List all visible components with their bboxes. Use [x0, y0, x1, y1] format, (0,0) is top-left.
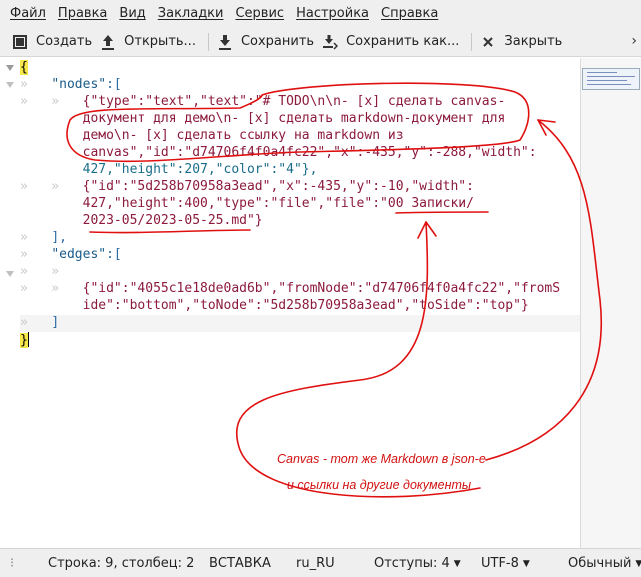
- spellcheck-language[interactable]: ru_RU: [296, 556, 335, 571]
- toolbar-separator: [471, 32, 473, 51]
- open-button[interactable]: Открыть...: [98, 29, 202, 55]
- code-line-5: » ],: [20, 230, 67, 245]
- code-line-1: {: [20, 60, 28, 75]
- insert-mode[interactable]: ВСТАВКА: [209, 556, 271, 571]
- dropdown-arrow-icon: ▼: [635, 559, 641, 569]
- dropdown-arrow-icon: ▼: [522, 559, 530, 569]
- status-bar: ⁝ Строка: 9, столбец: 2 ВСТАВКА ru_RU От…: [0, 548, 641, 577]
- dropdown-arrow-icon: ▼: [453, 559, 461, 569]
- download-arrow-icon: [217, 34, 233, 50]
- code-line-2: » "nodes":[: [20, 77, 122, 92]
- save-as-button[interactable]: Сохранить как...: [320, 29, 465, 55]
- text-editor[interactable]: { » "nodes":[ » » {"type":"text","text":…: [0, 58, 580, 548]
- menu-edit[interactable]: Правка: [52, 6, 113, 21]
- close-icon: [480, 34, 496, 50]
- open-label: Открыть...: [124, 34, 196, 49]
- menu-help[interactable]: Справка: [375, 6, 444, 21]
- code-line-3-wrap: демо\n- [x] сделать ссылку на markdown и…: [82, 128, 404, 143]
- menu-bar: Файл Правка Вид Закладки Сервис Настройк…: [0, 0, 641, 27]
- toolbar-separator: [207, 32, 209, 51]
- highlight-mode[interactable]: Обычный ▼: [568, 556, 641, 571]
- save-as-icon: [322, 34, 339, 50]
- close-label: Закрыть: [504, 34, 563, 49]
- create-button[interactable]: Создать: [10, 29, 98, 55]
- close-button[interactable]: Закрыть: [478, 29, 568, 55]
- code-line-4-wrap: 2023-05/2023-05-25.md"}: [82, 213, 263, 228]
- code-line-6: » "edges":[: [20, 247, 122, 262]
- encoding-setting[interactable]: UTF-8 ▼: [481, 556, 530, 571]
- menu-view[interactable]: Вид: [113, 6, 151, 21]
- fold-marker-icon[interactable]: [5, 80, 15, 90]
- fold-gutter: [0, 58, 18, 548]
- text-cursor: [27, 332, 30, 347]
- create-label: Создать: [36, 34, 93, 49]
- scrollbar-thumb[interactable]: [582, 68, 640, 90]
- menu-settings[interactable]: Настройка: [290, 6, 375, 21]
- upload-arrow-icon: [100, 34, 116, 50]
- status-grip-icon: ⁝: [10, 556, 15, 571]
- save-button[interactable]: Сохранить: [215, 29, 320, 55]
- fold-marker-icon[interactable]: [5, 63, 15, 73]
- cursor-position[interactable]: Строка: 9, столбец: 2: [48, 556, 194, 571]
- code-line-7: » »: [20, 264, 60, 279]
- code-line-3-wrap: документ для демо\n- [x] сделать markdow…: [82, 111, 506, 126]
- code-line-8-wrap: ide":"bottom","toNode":"5d258b70958a3ead…: [82, 298, 529, 313]
- code-line-4-wrap: 427,"height":400,"type":"file","file":"0…: [82, 196, 474, 211]
- code-line-8: » » {"id":"4055c1e18de0ad6b","fromNode":…: [20, 281, 561, 296]
- toolbar: Создать Открыть... Сохранить Сохранить к…: [0, 27, 641, 57]
- code-line-9: » ]: [20, 315, 580, 332]
- save-label: Сохранить: [240, 34, 315, 49]
- menu-file[interactable]: Файл: [4, 6, 52, 21]
- menu-tools[interactable]: Сервис: [229, 6, 290, 21]
- annotation-text: и ссылки на другие документы: [287, 478, 472, 492]
- code-line-3-wrap: 427,"height":207,"color":"4"},: [82, 162, 318, 177]
- new-document-icon: [12, 34, 28, 50]
- code-line-3-wrap: canvas","id":"d74706f4f0a4fc22","x":-435…: [82, 145, 537, 160]
- code-line-4: » » {"id":"5d258b70958a3ead","x":-435,"y…: [20, 179, 474, 194]
- menu-bookmarks[interactable]: Закладки: [152, 6, 230, 21]
- annotation-text: Canvas - тот же Markdown в json-е: [277, 452, 486, 466]
- toolbar-overflow-icon[interactable]: ›: [631, 33, 637, 49]
- minimap-scrollbar[interactable]: [580, 58, 641, 548]
- fold-marker-icon[interactable]: [5, 269, 15, 279]
- save-as-label: Сохранить как...: [346, 34, 460, 49]
- code-line-3: » » {"type":"text","text":"# TODO\n\n- […: [20, 94, 506, 109]
- indentation-setting[interactable]: Отступы: 4 ▼: [374, 556, 461, 571]
- code-line-10: }: [20, 332, 30, 348]
